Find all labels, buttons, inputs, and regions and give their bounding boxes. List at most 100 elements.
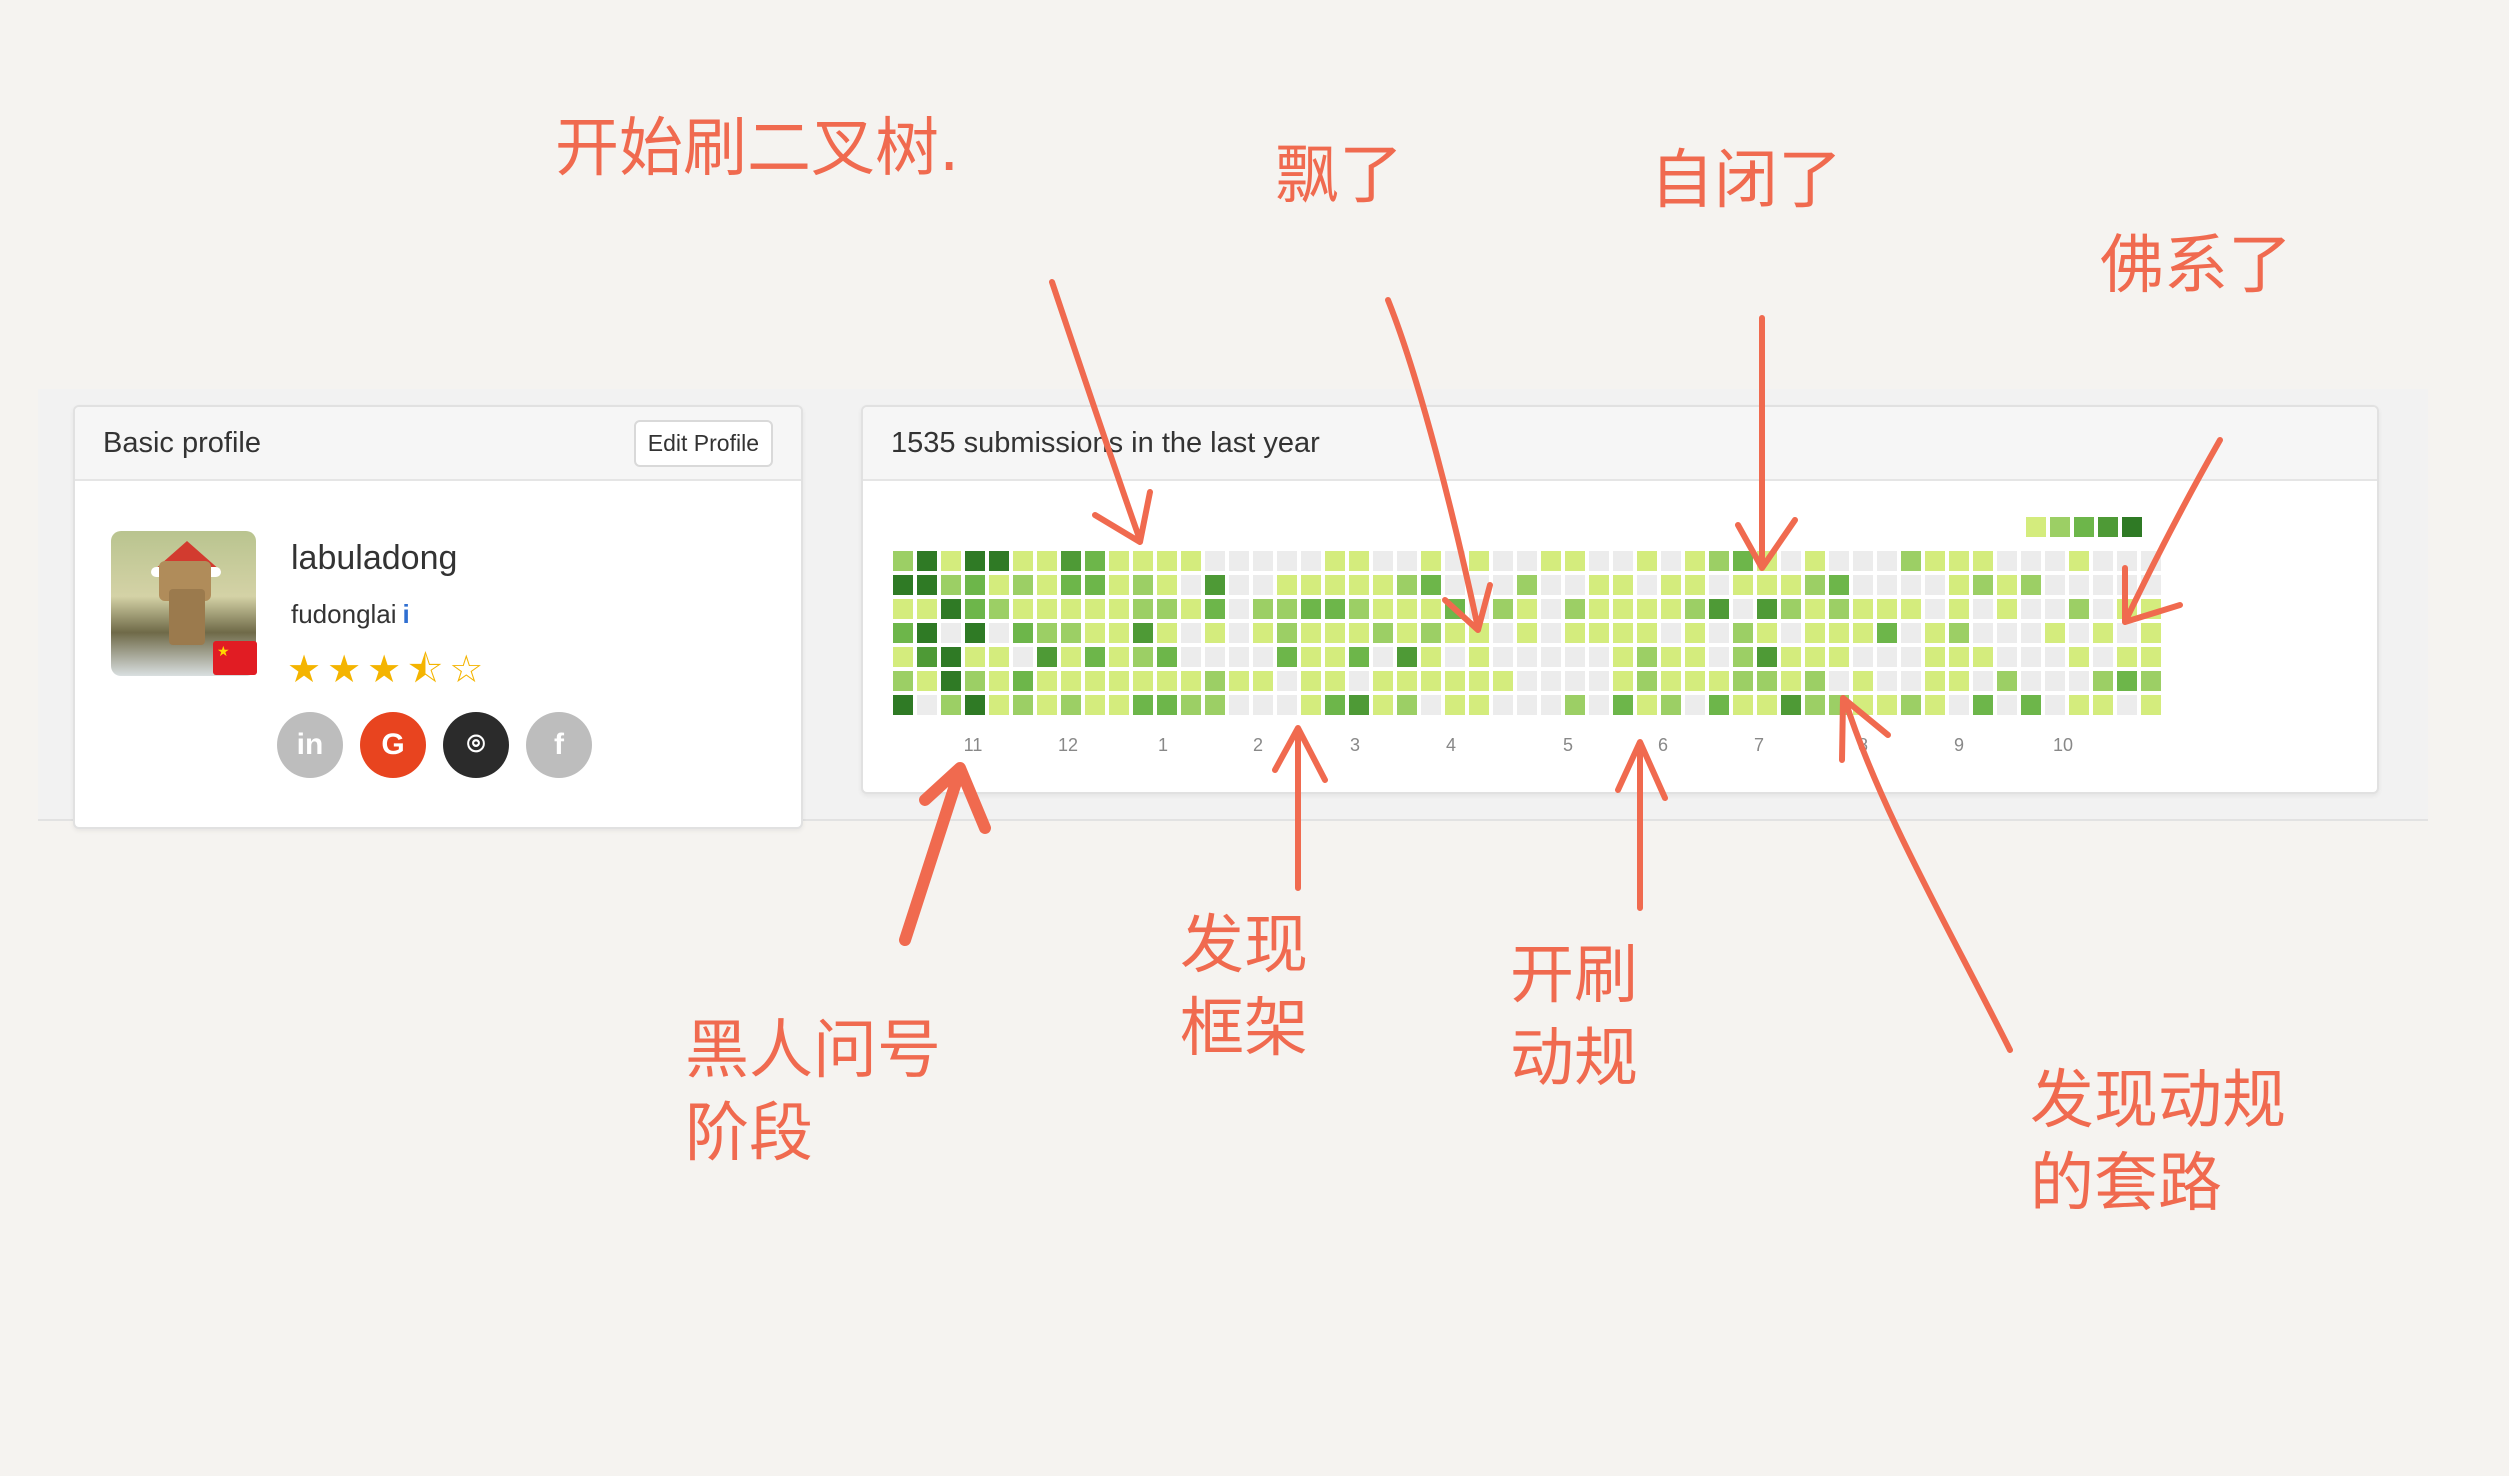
heatmap-cell[interactable] (893, 647, 913, 667)
heatmap-cell[interactable] (1589, 695, 1609, 715)
heatmap-cell[interactable] (1469, 575, 1489, 595)
heatmap-cell[interactable] (1589, 551, 1609, 571)
heatmap-cell[interactable] (1301, 575, 1321, 595)
heatmap-cell[interactable] (1997, 623, 2017, 643)
heatmap-cell[interactable] (2045, 575, 2065, 595)
heatmap-cell[interactable] (1085, 647, 1105, 667)
heatmap-cell[interactable] (2021, 647, 2041, 667)
heatmap-cell[interactable] (1901, 671, 1921, 691)
facebook-icon[interactable]: f (526, 712, 592, 778)
heatmap-cell[interactable] (1997, 575, 2017, 595)
heatmap-cell[interactable] (1973, 575, 1993, 595)
heatmap-cell[interactable] (1613, 575, 1633, 595)
heatmap-cell[interactable] (1205, 575, 1225, 595)
heatmap-cell[interactable] (1157, 599, 1177, 619)
heatmap-cell[interactable] (1157, 575, 1177, 595)
heatmap-cell[interactable] (1853, 695, 1873, 715)
heatmap-cell[interactable] (1037, 599, 1057, 619)
heatmap-cell[interactable] (1781, 551, 1801, 571)
heatmap-cell[interactable] (1589, 623, 1609, 643)
heatmap-cell[interactable] (2045, 695, 2065, 715)
heatmap-cell[interactable] (1565, 623, 1585, 643)
heatmap-cell[interactable] (1709, 647, 1729, 667)
heatmap-cell[interactable] (1493, 695, 1513, 715)
heatmap-cell[interactable] (1085, 599, 1105, 619)
heatmap-cell[interactable] (1013, 695, 1033, 715)
heatmap-cell[interactable] (1709, 671, 1729, 691)
heatmap-cell[interactable] (1901, 647, 1921, 667)
heatmap-cell[interactable] (1661, 671, 1681, 691)
heatmap-cell[interactable] (1973, 671, 1993, 691)
heatmap-cell[interactable] (1109, 551, 1129, 571)
heatmap-cell[interactable] (1181, 623, 1201, 643)
heatmap-cell[interactable] (1613, 599, 1633, 619)
heatmap-cell[interactable] (2141, 551, 2161, 571)
heatmap-cell[interactable] (2117, 695, 2137, 715)
heatmap-cell[interactable] (941, 695, 961, 715)
heatmap-cell[interactable] (1205, 671, 1225, 691)
heatmap-cell[interactable] (1613, 695, 1633, 715)
heatmap-cell[interactable] (1301, 647, 1321, 667)
heatmap-cell[interactable] (1565, 671, 1585, 691)
heatmap-cell[interactable] (1061, 671, 1081, 691)
heatmap-cell[interactable] (1805, 551, 1825, 571)
heatmap-cell[interactable] (1445, 575, 1465, 595)
heatmap-cell[interactable] (1637, 671, 1657, 691)
heatmap-cell[interactable] (1637, 575, 1657, 595)
heatmap-cell[interactable] (1061, 599, 1081, 619)
heatmap-cell[interactable] (1925, 647, 1945, 667)
heatmap-cell[interactable] (1277, 575, 1297, 595)
heatmap-cell[interactable] (1901, 695, 1921, 715)
heatmap-cell[interactable] (1517, 575, 1537, 595)
heatmap-cell[interactable] (1781, 671, 1801, 691)
heatmap-cell[interactable] (1301, 695, 1321, 715)
heatmap-cell[interactable] (2141, 695, 2161, 715)
heatmap-cell[interactable] (1349, 575, 1369, 595)
heatmap-cell[interactable] (989, 671, 1009, 691)
heatmap-cell[interactable] (1301, 671, 1321, 691)
heatmap-cell[interactable] (1949, 647, 1969, 667)
heatmap-cell[interactable] (1637, 647, 1657, 667)
heatmap-cell[interactable] (1181, 551, 1201, 571)
heatmap-cell[interactable] (1541, 623, 1561, 643)
heatmap-cell[interactable] (1205, 695, 1225, 715)
heatmap-cell[interactable] (1661, 647, 1681, 667)
heatmap-cell[interactable] (1613, 551, 1633, 571)
heatmap-cell[interactable] (1613, 623, 1633, 643)
heatmap-cell[interactable] (1133, 623, 1153, 643)
heatmap-cell[interactable] (1085, 671, 1105, 691)
heatmap-cell[interactable] (1949, 575, 1969, 595)
heatmap-cell[interactable] (1133, 671, 1153, 691)
heatmap-cell[interactable] (1589, 671, 1609, 691)
heatmap-cell[interactable] (2141, 647, 2161, 667)
heatmap-cell[interactable] (1709, 551, 1729, 571)
heatmap-cell[interactable] (1397, 623, 1417, 643)
heatmap-cell[interactable] (1349, 647, 1369, 667)
heatmap-cell[interactable] (1373, 671, 1393, 691)
heatmap-cell[interactable] (1541, 671, 1561, 691)
heatmap-cell[interactable] (1013, 551, 1033, 571)
heatmap-cell[interactable] (1997, 671, 2017, 691)
heatmap-cell[interactable] (1733, 551, 1753, 571)
heatmap-cell[interactable] (1733, 695, 1753, 715)
heatmap-cell[interactable] (1013, 671, 1033, 691)
heatmap-cell[interactable] (1205, 551, 1225, 571)
heatmap-cell[interactable] (2093, 671, 2113, 691)
heatmap-cell[interactable] (1517, 599, 1537, 619)
heatmap-cell[interactable] (1925, 575, 1945, 595)
heatmap-cell[interactable] (1325, 647, 1345, 667)
heatmap-cell[interactable] (1997, 599, 2017, 619)
heatmap-cell[interactable] (1565, 695, 1585, 715)
heatmap-cell[interactable] (1565, 575, 1585, 595)
heatmap-cell[interactable] (1901, 623, 1921, 643)
heatmap-cell[interactable] (2093, 695, 2113, 715)
heatmap-cell[interactable] (1157, 551, 1177, 571)
heatmap-cell[interactable] (1757, 647, 1777, 667)
heatmap-cell[interactable] (1325, 623, 1345, 643)
heatmap-cell[interactable] (1877, 623, 1897, 643)
heatmap-cell[interactable] (1445, 671, 1465, 691)
heatmap-cell[interactable] (1253, 671, 1273, 691)
heatmap-cell[interactable] (1469, 671, 1489, 691)
heatmap-cell[interactable] (1061, 623, 1081, 643)
heatmap-cell[interactable] (2069, 575, 2089, 595)
